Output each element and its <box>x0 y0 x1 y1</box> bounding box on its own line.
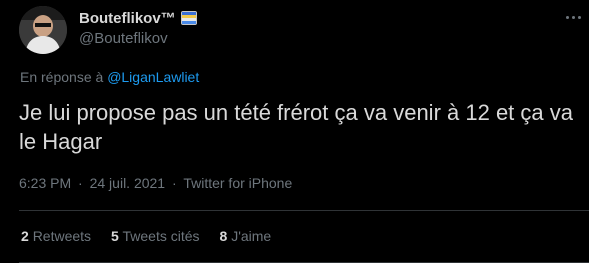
flag-emoji-icon <box>180 11 197 25</box>
likes-count: 8 <box>219 228 228 244</box>
reply-prefix: En réponse à <box>20 69 104 85</box>
quote-tweets-stat[interactable]: 5 Tweets cités <box>111 228 199 244</box>
tweet-meta: 6:23 PM · 24 juil. 2021 · Twitter for iP… <box>19 175 292 191</box>
retweets-label: Retweets <box>32 228 92 244</box>
reply-context: En réponse à @LiganLawliet <box>20 69 199 85</box>
likes-stat[interactable]: 8 J'aime <box>220 228 272 244</box>
tweet-text: Je lui propose pas un tété frérot ça va … <box>19 100 573 154</box>
likes-label: J'aime <box>231 228 272 244</box>
quote-tweets-count: 5 <box>111 228 119 244</box>
reply-mention-link[interactable]: @LiganLawliet <box>107 69 199 85</box>
tweet-stats: 2 Retweets 5 Tweets cités 8 J'aime <box>21 228 271 244</box>
tweet-detail: Bouteflikov™ @Bouteflikov En réponse à @… <box>0 0 589 263</box>
divider <box>19 210 589 211</box>
tweet-time[interactable]: 6:23 PM <box>19 175 71 191</box>
name-row: Bouteflikov™ <box>79 8 197 28</box>
retweets-stat[interactable]: 2 Retweets <box>21 228 91 244</box>
more-horizontal-icon[interactable] <box>562 8 584 26</box>
meta-separator: · <box>78 175 83 191</box>
user-handle[interactable]: @Bouteflikov <box>79 30 168 47</box>
retweets-count: 2 <box>21 228 29 244</box>
avatar[interactable] <box>19 6 67 54</box>
tweet-date[interactable]: 24 juil. 2021 <box>90 175 166 191</box>
avatar-image <box>19 6 67 54</box>
quote-tweets-label: Tweets cités <box>122 228 200 244</box>
meta-separator: · <box>172 175 177 191</box>
display-name[interactable]: Bouteflikov™ <box>79 10 176 27</box>
tweet-source[interactable]: Twitter for iPhone <box>183 175 292 191</box>
